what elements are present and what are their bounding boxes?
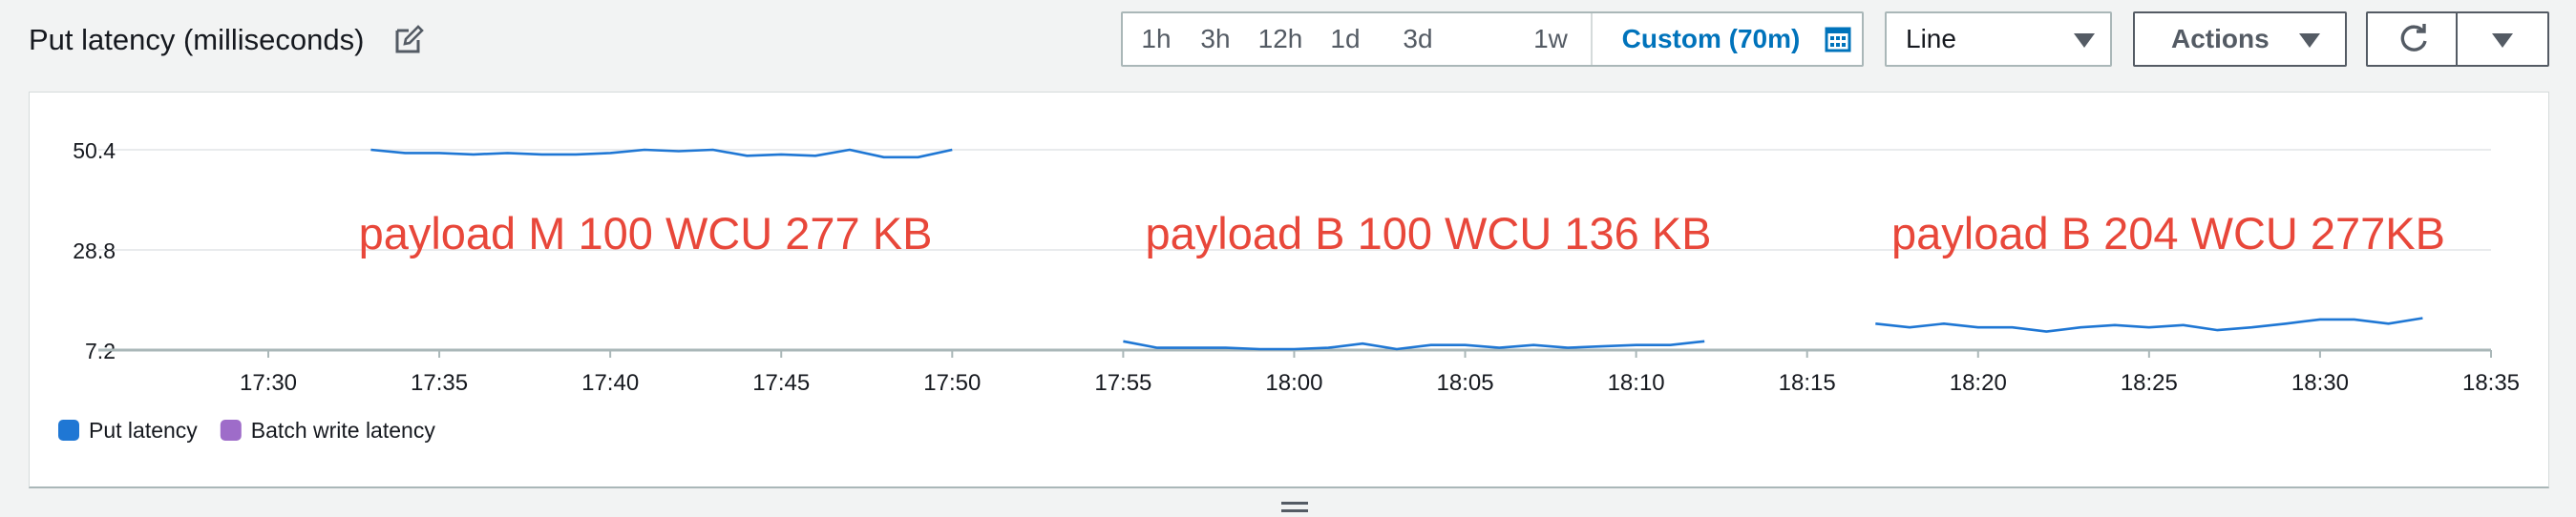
x-tick-label: 17:35 bbox=[411, 370, 468, 396]
x-tick-label: 17:55 bbox=[1094, 370, 1151, 396]
x-tick-label: 18:35 bbox=[2462, 370, 2520, 396]
caret-down-icon bbox=[2074, 33, 2095, 48]
legend-swatch bbox=[220, 420, 242, 441]
x-tick-label: 18:30 bbox=[2291, 370, 2349, 396]
refresh-button[interactable] bbox=[2366, 11, 2458, 67]
line-chart: 50.428.87.217:30 17:35 17:40 17:45 17:50 17:5… bbox=[58, 138, 2520, 443]
legend-swatch bbox=[58, 420, 79, 441]
calendar-icon[interactable] bbox=[1825, 26, 1851, 52]
annotation-label: payload M 100 WCU 277 KB bbox=[359, 208, 933, 258]
x-tick-label: 18:20 bbox=[1950, 370, 2007, 396]
actions-button[interactable]: Actions bbox=[2133, 11, 2347, 67]
y-tick-label: 28.8 bbox=[73, 238, 116, 263]
legend-label: Batch write latency bbox=[251, 418, 436, 443]
chart-panel: 50.4 28.8 7.2 17:30 17:35 17:40 17:45 17:50 17:5… bbox=[29, 92, 2549, 488]
refresh-options-button[interactable] bbox=[2456, 11, 2549, 67]
chart-type-select[interactable]: Line bbox=[1885, 11, 2112, 67]
actions-label: Actions bbox=[2171, 24, 2270, 53]
range-3h[interactable]: 3h bbox=[1192, 13, 1239, 65]
range-divider bbox=[1591, 13, 1593, 65]
x-tick-label: 17:45 bbox=[752, 370, 810, 396]
y-tick-label: 50.4 bbox=[73, 138, 116, 163]
x-tick-label: 18:25 bbox=[2121, 370, 2178, 396]
edit-icon[interactable] bbox=[393, 25, 424, 55]
x-tick-label: 17:30 bbox=[240, 370, 297, 396]
refresh-icon bbox=[2400, 24, 2427, 52]
range-3d[interactable]: 3d bbox=[1394, 13, 1442, 65]
x-tick-label: 18:10 bbox=[1608, 370, 1665, 396]
series-line bbox=[370, 148, 953, 159]
range-1h[interactable]: 1h bbox=[1132, 13, 1180, 65]
annotation-label: payload B 204 WCU 277KB bbox=[1891, 208, 2445, 258]
range-12h[interactable]: 12h bbox=[1249, 13, 1312, 65]
x-tick-label: 18:00 bbox=[1265, 370, 1322, 396]
widget-header: Put latency (milliseconds) 1h 3h 12h 1d … bbox=[0, 0, 2576, 86]
time-range-selector: 1h 3h 12h 1d 3d 1w Custom (70m) bbox=[1121, 11, 1864, 67]
x-tick-label: 18:15 bbox=[1779, 370, 1836, 396]
chart-type-value: Line bbox=[1906, 24, 1956, 53]
range-1w[interactable]: 1w bbox=[1524, 13, 1577, 65]
caret-down-icon bbox=[2299, 33, 2320, 48]
x-tick-label: 17:50 bbox=[923, 370, 981, 396]
widget-title: Put latency (milliseconds) bbox=[29, 23, 365, 56]
range-custom[interactable]: Custom (70m) bbox=[1612, 13, 1810, 65]
annotation-label: payload B 100 WCU 136 KB bbox=[1145, 208, 1711, 258]
caret-down-icon bbox=[2492, 33, 2513, 48]
x-tick-label: 17:40 bbox=[581, 370, 639, 396]
x-tick-label: 18:05 bbox=[1437, 370, 1494, 396]
legend-label: Put latency bbox=[89, 418, 198, 443]
series-line bbox=[1875, 317, 2423, 333]
range-1d[interactable]: 1d bbox=[1321, 13, 1369, 65]
series-line bbox=[1123, 340, 1705, 351]
